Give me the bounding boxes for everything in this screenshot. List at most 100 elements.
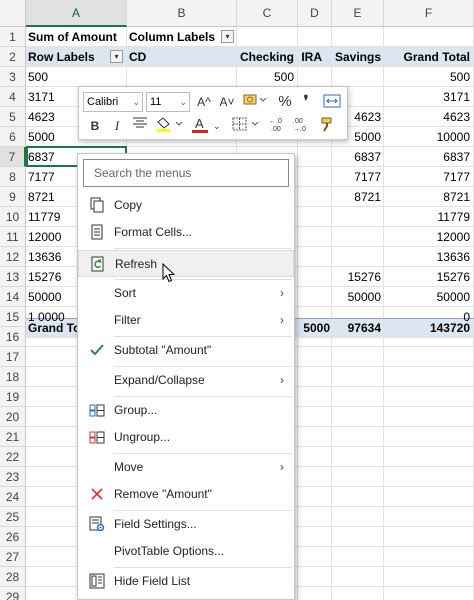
menu-item-remove-amount[interactable]: Remove "Amount": [78, 481, 294, 508]
row-header-18[interactable]: 18: [0, 367, 26, 387]
row-header-22[interactable]: 22: [0, 447, 26, 467]
row-header-4[interactable]: 4: [0, 87, 26, 107]
decrease-decimal-button[interactable]: .00 →.0: [291, 116, 313, 136]
column-labels-filter-button[interactable]: ▾: [221, 30, 234, 43]
pivot-row-label[interactable]: 500: [28, 67, 48, 87]
row-header-13[interactable]: 13: [0, 267, 26, 287]
pivot-value-cell[interactable]: 13636: [384, 247, 470, 267]
pivot-value-cell[interactable]: 4623: [384, 107, 470, 127]
select-all-corner[interactable]: [0, 0, 26, 27]
pivot-value-cell[interactable]: 50000: [384, 287, 470, 307]
menu-item-refresh[interactable]: Refresh: [78, 250, 294, 277]
menu-item-copy[interactable]: Copy: [78, 192, 294, 219]
pivot-value-cell[interactable]: 8721: [384, 187, 470, 207]
row-labels-filter-button[interactable]: ▾: [110, 50, 123, 63]
format-painter-button[interactable]: [317, 116, 339, 136]
row-header-5[interactable]: 5: [0, 107, 26, 127]
pivot-row-label[interactable]: 15276: [28, 267, 61, 287]
menu-item-pivottable-options[interactable]: PivotTable Options...: [78, 538, 294, 565]
row-header-6[interactable]: 6: [0, 127, 26, 147]
pivot-value-cell[interactable]: 12000: [384, 227, 470, 247]
decrease-font-size-button[interactable]: A˅: [217, 92, 237, 112]
row-header-1[interactable]: 1: [0, 27, 26, 47]
row-header-20[interactable]: 20: [0, 407, 26, 427]
search-menus-input[interactable]: Search the menus: [83, 159, 289, 187]
column-header-d[interactable]: D: [298, 0, 332, 27]
italic-button[interactable]: I: [107, 116, 127, 136]
pivot-col-cd[interactable]: CD: [129, 47, 146, 67]
menu-item-format-cells[interactable]: Format Cells...: [78, 219, 294, 246]
pivot-value-cell[interactable]: 50000: [332, 287, 381, 307]
pivot-total-savings[interactable]: 97634: [332, 318, 381, 338]
pivot-value-cell[interactable]: 15276: [384, 267, 470, 287]
pivot-col-checking[interactable]: Checking: [237, 47, 294, 67]
row-header-7[interactable]: 7: [0, 147, 26, 167]
row-header-24[interactable]: 24: [0, 487, 26, 507]
increase-decimal-button[interactable]: ←.0.00: [267, 116, 289, 136]
column-header-c[interactable]: C: [237, 0, 298, 27]
pivot-value-cell[interactable]: 500: [384, 67, 470, 87]
row-header-10[interactable]: 10: [0, 207, 26, 227]
row-header-29[interactable]: 29: [0, 587, 26, 600]
font-size-dropdown[interactable]: 11 ⌄: [146, 92, 190, 112]
pivot-row-label[interactable]: 13636: [28, 247, 61, 267]
row-header-19[interactable]: 19: [0, 387, 26, 407]
row-header-28[interactable]: 28: [0, 567, 26, 587]
menu-item-filter[interactable]: Filter ›: [78, 307, 294, 334]
pivot-grand-total-label[interactable]: Grand To: [28, 318, 80, 338]
fill-color-button[interactable]: [153, 116, 187, 136]
column-header-f[interactable]: F: [384, 0, 474, 27]
pivot-value-cell[interactable]: 11779: [384, 207, 470, 227]
pivot-total-ira[interactable]: 5000: [296, 318, 330, 338]
pivot-row-labels[interactable]: Row Labels: [28, 47, 95, 67]
pivot-col-grand-total[interactable]: Grand Total: [384, 47, 470, 67]
menu-item-hide-field-list[interactable]: Hide Field List: [78, 568, 294, 595]
pivot-row-label[interactable]: 8721: [28, 187, 55, 207]
menu-item-field-settings[interactable]: Field Settings...: [78, 511, 294, 538]
accounting-format-button[interactable]: [241, 92, 269, 112]
pivot-row-label[interactable]: 4623: [28, 107, 55, 127]
column-header-e[interactable]: E: [332, 0, 384, 27]
pivot-value-cell[interactable]: 6837: [384, 147, 470, 167]
pivot-col-savings[interactable]: Savings: [332, 47, 381, 67]
row-header-27[interactable]: 27: [0, 547, 26, 567]
menu-item-group[interactable]: Group...: [78, 397, 294, 424]
pivot-value-cell[interactable]: 15276: [332, 267, 381, 287]
row-header-15[interactable]: 15: [0, 307, 26, 327]
row-header-12[interactable]: 12: [0, 247, 26, 267]
pivot-col-ira[interactable]: IRA: [298, 47, 322, 67]
row-header-2[interactable]: 2: [0, 47, 26, 67]
pivot-row-label[interactable]: 7177: [28, 167, 55, 187]
center-align-button[interactable]: [129, 116, 151, 136]
row-header-17[interactable]: 17: [0, 347, 26, 367]
row-header-16[interactable]: 16: [0, 327, 26, 347]
column-header-b[interactable]: B: [127, 0, 237, 27]
row-header-23[interactable]: 23: [0, 467, 26, 487]
percent-style-button[interactable]: %: [275, 92, 295, 112]
menu-item-subtotal[interactable]: Subtotal "Amount": [78, 337, 294, 364]
menu-item-sort[interactable]: Sort ›: [78, 280, 294, 307]
bold-button[interactable]: B: [85, 116, 105, 136]
menu-item-expand-collapse[interactable]: Expand/Collapse ›: [78, 367, 294, 394]
row-header-11[interactable]: 11: [0, 227, 26, 247]
pivot-column-labels[interactable]: Column Labels: [129, 27, 215, 47]
pivot-value-cell[interactable]: 6837: [332, 147, 381, 167]
pivot-value-cell[interactable]: 8721: [332, 187, 381, 207]
pivot-value-cell[interactable]: 10000: [384, 127, 470, 147]
pivot-row-label[interactable]: 11779: [28, 207, 60, 227]
pivot-row-label[interactable]: 3171: [28, 87, 55, 107]
row-header-3[interactable]: 3: [0, 67, 26, 87]
comma-style-button[interactable]: ❜: [297, 92, 315, 112]
increase-font-size-button[interactable]: A^: [194, 92, 214, 112]
pivot-values-caption[interactable]: Sum of Amount: [28, 27, 117, 47]
menu-item-ungroup[interactable]: Ungroup...: [78, 424, 294, 451]
row-header-9[interactable]: 9: [0, 187, 26, 207]
font-name-dropdown[interactable]: Calibri ⌄: [83, 92, 143, 112]
row-header-25[interactable]: 25: [0, 507, 26, 527]
pivot-row-label[interactable]: 50000: [28, 287, 61, 307]
pivot-value-cell[interactable]: 3171: [384, 87, 470, 107]
pivot-row-label[interactable]: 5000: [28, 127, 55, 147]
row-header-8[interactable]: 8: [0, 167, 26, 187]
row-header-21[interactable]: 21: [0, 427, 26, 447]
pivot-total-grand[interactable]: 143720: [384, 318, 470, 338]
